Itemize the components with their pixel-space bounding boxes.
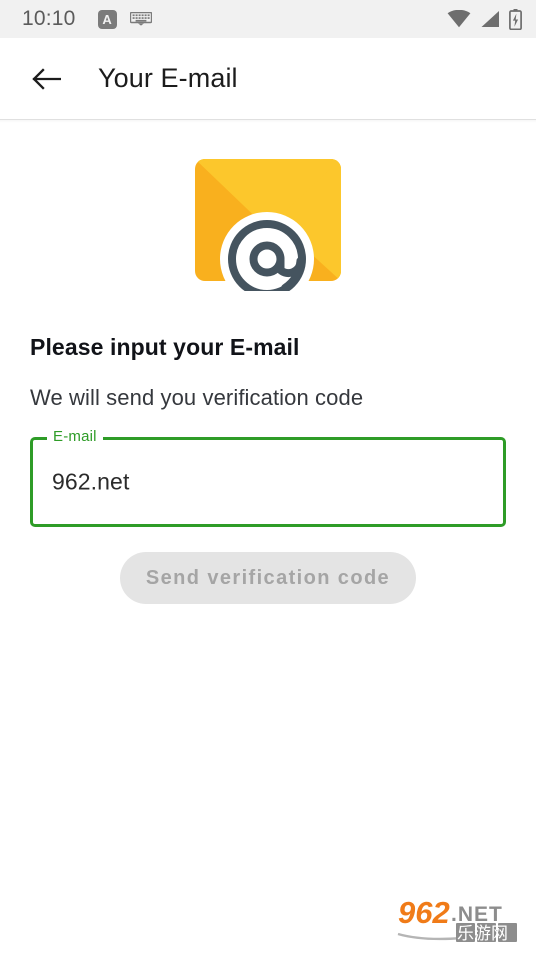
input-method-a-icon: A (97, 9, 117, 29)
send-verification-code-button[interactable]: Send verification code (119, 552, 417, 604)
subheadline-text: We will send you verification code (30, 385, 364, 410)
hero-illustration (0, 120, 536, 291)
status-clock: 10:10 (22, 7, 76, 30)
email-input[interactable] (52, 468, 457, 496)
cellular-signal-icon (481, 11, 499, 27)
email-field-label: E-mail (47, 428, 103, 446)
main-content: Please input your E-mail We will send yo… (0, 120, 536, 604)
watermark-suffix: .NET (451, 903, 503, 926)
watermark-chinese-boxes: 乐游网 (456, 923, 517, 944)
keyboard-icon (129, 12, 152, 26)
wifi-icon (447, 10, 471, 28)
button-row: Send verification code (0, 552, 536, 604)
status-bar-right-icons (447, 8, 522, 30)
battery-charging-icon (509, 8, 522, 30)
arrow-left-icon (32, 67, 61, 90)
back-button[interactable] (24, 57, 68, 101)
email-field-container[interactable]: E-mail (30, 428, 506, 527)
watermark-962-net-logo: 962 .NET 乐游网 (397, 895, 517, 944)
app-bar: Your E-mail (0, 38, 536, 123)
watermark-chinese: 乐游网 (457, 924, 508, 944)
watermark-number: 962 (398, 895, 450, 930)
page-title: Your E-mail (98, 63, 238, 93)
headline-text: Please input your E-mail (30, 334, 300, 360)
status-bar: 10:10 A (0, 0, 536, 38)
email-envelope-at-icon (195, 159, 341, 291)
status-bar-left-icons: A (97, 9, 152, 29)
